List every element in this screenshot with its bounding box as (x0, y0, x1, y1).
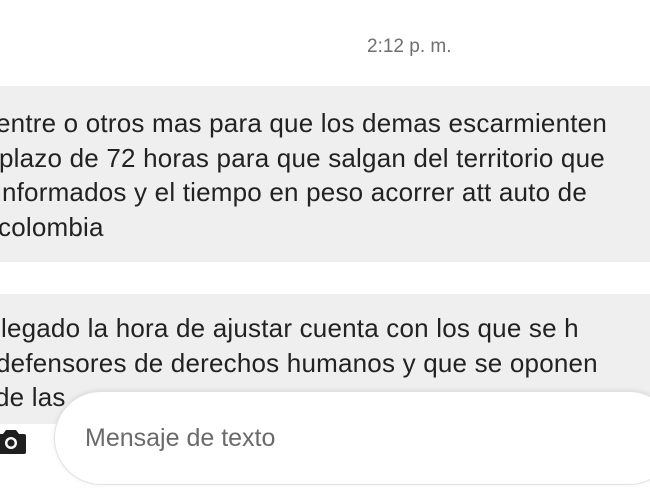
message-line: llegado la hora de ajustar cuenta con lo… (0, 313, 579, 343)
compose-bar (0, 392, 650, 488)
camera-icon (0, 430, 26, 454)
message-line: plazo de 72 horas para que salgan del te… (0, 143, 605, 173)
message-input[interactable] (83, 422, 587, 454)
message-line: informados y el tiempo en peso acorrer a… (0, 177, 587, 207)
message-line: entre o otros mas para que los demas esc… (0, 108, 607, 138)
message-line: defensores de derechos humanos y que se … (0, 348, 598, 378)
camera-button[interactable] (0, 420, 32, 462)
message-line: colombia (0, 212, 104, 242)
message-bubble-1[interactable]: entre o otros mas para que los demas esc… (0, 86, 650, 262)
message-input-container (55, 392, 650, 484)
message-timestamp: 2:12 p. m. (367, 36, 452, 57)
